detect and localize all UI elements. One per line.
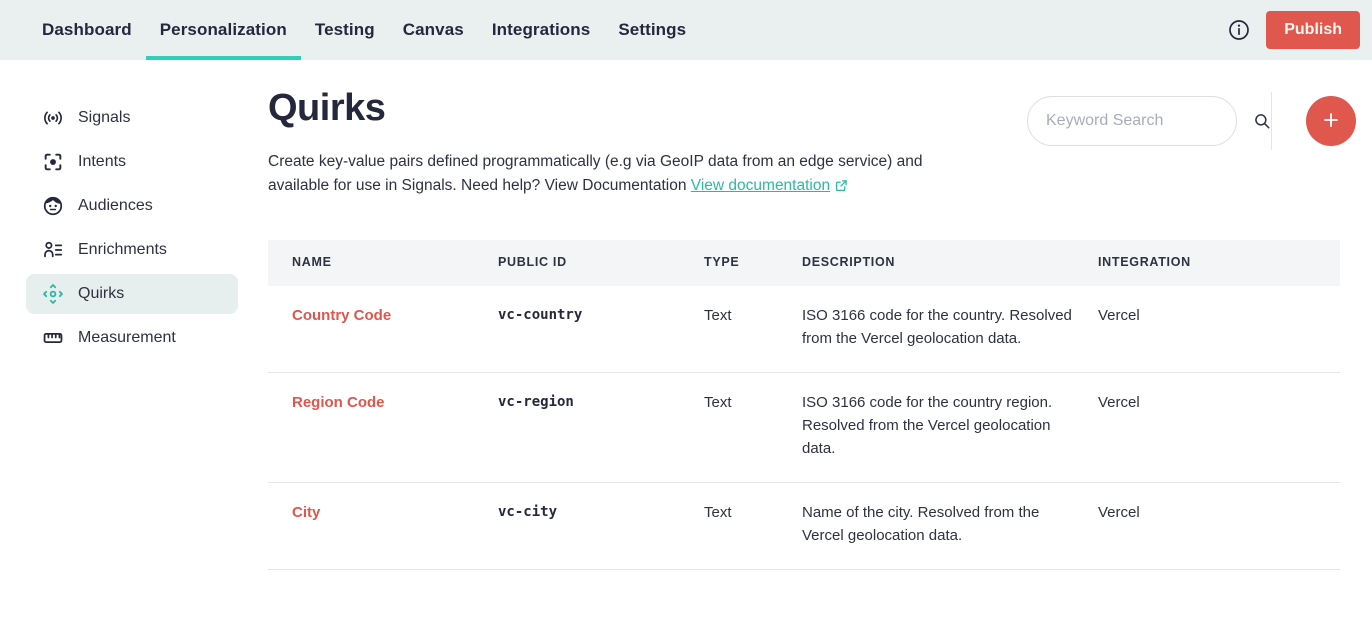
tab-integrations[interactable]: Integrations xyxy=(478,0,605,60)
cell-name: Country Code xyxy=(268,304,490,327)
face-circle-icon xyxy=(42,195,64,217)
info-circle-icon[interactable] xyxy=(1228,19,1250,41)
cell-public-id: vc-region xyxy=(498,393,574,410)
page-description: Create key-value pairs defined programma… xyxy=(268,150,978,200)
view-documentation-link[interactable]: View documentation xyxy=(691,177,830,194)
add-quirk-button[interactable] xyxy=(1306,96,1356,146)
nav-tab-list: Dashboard Personalization Testing Canvas… xyxy=(0,0,700,60)
cell-description: ISO 3166 code for the country. Resolved … xyxy=(802,306,1072,347)
tab-personalization[interactable]: Personalization xyxy=(145,0,301,60)
tab-integrations-label: Integrations xyxy=(491,20,591,39)
tab-dashboard[interactable]: Dashboard xyxy=(28,0,146,60)
sidebar: Signals Intents Audiences Enrichments Qu… xyxy=(0,60,268,628)
tab-canvas-label: Canvas xyxy=(402,20,464,39)
move-arrows-icon xyxy=(42,283,64,305)
table-row[interactable]: Country Code vc-country Text ISO 3166 co… xyxy=(268,286,1340,373)
ruler-icon xyxy=(42,327,64,349)
cell-type: Text xyxy=(704,306,732,324)
column-header-name: NAME xyxy=(292,255,332,270)
toolbar-divider xyxy=(1271,92,1272,150)
tab-personalization-label: Personalization xyxy=(159,20,287,39)
toolbar xyxy=(1027,92,1356,150)
quirk-name-link[interactable]: Country Code xyxy=(292,307,391,324)
table-row[interactable]: Region Code vc-region Text ISO 3166 code… xyxy=(268,373,1340,483)
cell-integration: Vercel xyxy=(1098,306,1140,324)
sidebar-item-label: Quirks xyxy=(78,285,125,302)
cell-description: Name of the city. Resolved from the Verc… xyxy=(802,503,1040,544)
column-header-public-id: PUBLIC ID xyxy=(498,255,567,270)
cell-type: Text xyxy=(704,503,732,521)
sidebar-item-enrichments[interactable]: Enrichments xyxy=(26,230,238,270)
plus-icon xyxy=(1320,109,1342,134)
quirk-name-link[interactable]: City xyxy=(292,504,320,521)
sidebar-item-signals[interactable]: Signals xyxy=(26,98,238,138)
sidebar-item-label: Audiences xyxy=(78,197,153,214)
sidebar-item-intents[interactable]: Intents xyxy=(26,142,238,182)
sidebar-item-label: Intents xyxy=(78,153,127,170)
tab-canvas[interactable]: Canvas xyxy=(389,0,478,60)
tab-dashboard-label: Dashboard xyxy=(42,20,132,39)
quirks-table: NAME PUBLIC ID TYPE DESCRIPTION INTEGRAT… xyxy=(268,239,1340,570)
tab-testing[interactable]: Testing xyxy=(301,0,389,60)
top-navigation-bar: Dashboard Personalization Testing Canvas… xyxy=(0,0,1372,60)
sidebar-item-measurement[interactable]: Measurement xyxy=(26,318,238,358)
table-row[interactable]: City vc-city Text Name of the city. Reso… xyxy=(268,483,1340,570)
target-frame-icon xyxy=(42,151,64,173)
search-icon[interactable] xyxy=(1253,112,1271,130)
quirk-name-link[interactable]: Region Code xyxy=(292,394,385,411)
cell-public-id: vc-country xyxy=(498,306,583,323)
sidebar-item-label: Enrichments xyxy=(78,241,167,258)
sidebar-item-label: Signals xyxy=(78,109,131,126)
cell-name: City xyxy=(268,501,490,524)
main-content: Quirks Create key-value pairs defined pr… xyxy=(268,60,1372,628)
page-description-line2: available for use in Signals. Need help?… xyxy=(268,176,687,194)
table-header-row: NAME PUBLIC ID TYPE DESCRIPTION INTEGRAT… xyxy=(268,239,1340,286)
publish-button[interactable]: Publish xyxy=(1266,11,1360,49)
column-header-type: TYPE xyxy=(704,255,740,270)
person-list-icon xyxy=(42,239,64,261)
tab-settings[interactable]: Settings xyxy=(604,0,700,60)
search-box[interactable] xyxy=(1027,96,1270,146)
sidebar-item-quirks[interactable]: Quirks xyxy=(26,274,238,314)
tab-testing-label: Testing xyxy=(314,20,375,39)
tab-settings-label: Settings xyxy=(618,20,687,39)
column-header-description: DESCRIPTION xyxy=(802,255,896,270)
column-header-integration: INTEGRATION xyxy=(1098,255,1191,270)
cell-integration: Vercel xyxy=(1098,503,1140,521)
cell-name: Region Code xyxy=(268,391,490,414)
external-link-icon[interactable] xyxy=(835,176,848,200)
cell-description: ISO 3166 code for the country region. Re… xyxy=(802,393,1053,457)
sidebar-item-audiences[interactable]: Audiences xyxy=(26,186,238,226)
search-input[interactable] xyxy=(1046,112,1253,130)
topbar-actions: Publish xyxy=(1228,0,1360,60)
broadcast-icon xyxy=(42,107,64,129)
cell-integration: Vercel xyxy=(1098,393,1140,411)
page-description-line1: Create key-value pairs defined programma… xyxy=(268,152,923,170)
sidebar-item-label: Measurement xyxy=(78,329,176,346)
cell-type: Text xyxy=(704,393,732,411)
cell-public-id: vc-city xyxy=(498,503,558,520)
